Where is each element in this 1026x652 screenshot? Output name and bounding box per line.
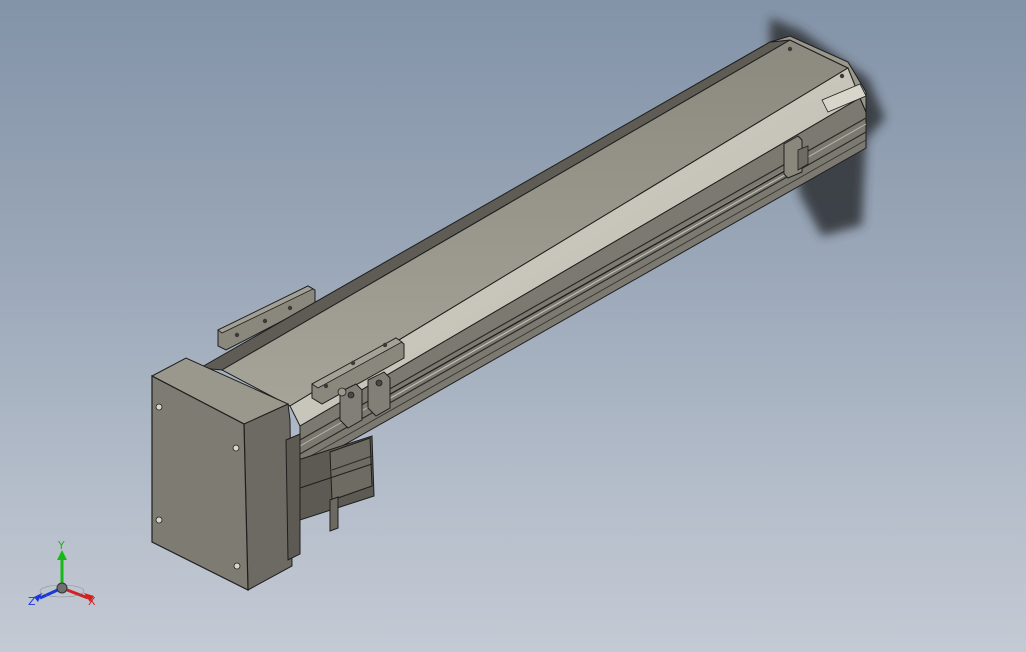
linear-actuator-model[interactable] (0, 0, 1026, 652)
triad-y-label: Y (58, 539, 65, 552)
graphics-viewport[interactable]: Y X Z (0, 0, 1026, 652)
actuator-beam (198, 35, 867, 471)
triad-x-label: X (88, 595, 96, 608)
reference-triad[interactable]: Y X Z (24, 536, 108, 616)
triad-z-label: Z (28, 595, 36, 608)
